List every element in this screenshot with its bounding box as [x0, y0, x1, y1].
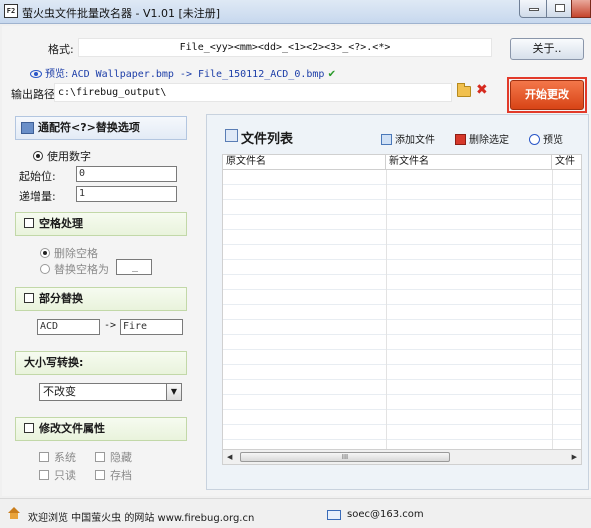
preview-line: 预览: ACD Wallpaper.bmp -> File_150112_ACD…: [30, 65, 336, 80]
wildcard-section-header: 通配符<?>替换选项: [15, 116, 187, 140]
start-label: 起始位:: [19, 170, 56, 183]
status-bar: 欢迎浏览 中国萤火虫 的网站 www.firebug.org.cn soec@1…: [0, 498, 591, 528]
readonly-checkbox[interactable]: 只读: [39, 467, 76, 483]
mail-icon: [327, 510, 341, 520]
space-section-header[interactable]: 空格处理: [15, 212, 187, 236]
system-checkbox[interactable]: 系统: [39, 449, 76, 465]
column-divider: [386, 170, 387, 460]
delete-selected-button[interactable]: 删除选定: [455, 131, 509, 146]
file-list-icon: [225, 129, 238, 142]
checkbox-icon: [95, 452, 105, 462]
app-icon: F2: [4, 4, 18, 18]
case-select[interactable]: 不改变 ▼: [39, 383, 182, 401]
preview-button-label: 预览: [543, 135, 563, 146]
maximize-icon: [555, 4, 565, 12]
checkbox-icon: [39, 452, 49, 462]
add-file-label: 添加文件: [395, 135, 435, 146]
scroll-thumb[interactable]: III: [240, 452, 450, 462]
replace-space-input[interactable]: _: [116, 259, 152, 275]
output-path-label: 输出路径:: [11, 88, 59, 101]
replace-to-input[interactable]: Fire: [120, 319, 183, 335]
preview-value: ACD Wallpaper.bmp -> File_150112_ACD_0.b…: [71, 69, 325, 80]
dropdown-arrow-icon[interactable]: ▼: [166, 384, 181, 400]
eye-icon: [30, 70, 42, 78]
file-list-title: 文件列表: [241, 132, 294, 147]
start-rename-button[interactable]: 开始更改: [510, 80, 584, 110]
preview-eye-icon: [529, 134, 540, 145]
attributes-section-header[interactable]: 修改文件属性: [15, 417, 187, 441]
checkbox-icon: [95, 470, 105, 480]
window-title: 萤火虫文件批量改名器 - V1.01 [未注册]: [22, 7, 221, 20]
scroll-grip: III: [341, 453, 349, 461]
delete-space-radio[interactable]: 删除空格: [40, 245, 98, 261]
preview-label: 预览:: [45, 69, 69, 80]
archive-label: 存档: [110, 469, 132, 482]
checkbox-icon: [39, 470, 49, 480]
minimize-icon: [529, 8, 539, 11]
readonly-label: 只读: [54, 469, 76, 482]
column-original-name[interactable]: 原文件名: [223, 155, 386, 170]
minimize-button[interactable]: [519, 0, 547, 18]
horizontal-scrollbar[interactable]: ◀ III ▶: [222, 449, 582, 465]
email-link[interactable]: soec@163.com: [347, 509, 424, 520]
delete-space-label: 删除空格: [54, 247, 98, 260]
hidden-label: 隐藏: [110, 451, 132, 464]
main-area: 格式: File_<yy><mm><dd>_<1><2><3>_<?>.<*> …: [2, 26, 591, 496]
title-bar: F2 萤火虫文件批量改名器 - V1.01 [未注册]: [0, 0, 591, 24]
clear-path-icon[interactable]: ✖: [476, 82, 488, 98]
system-label: 系统: [54, 451, 76, 464]
attributes-checkbox[interactable]: [24, 423, 34, 433]
scroll-right-icon[interactable]: ▶: [572, 453, 577, 461]
partial-replace-header[interactable]: 部分替换: [15, 287, 187, 311]
preview-button[interactable]: 预览: [529, 131, 563, 146]
scroll-left-icon[interactable]: ◀: [227, 453, 232, 461]
space-section-title: 空格处理: [39, 217, 83, 230]
step-label: 递增量:: [19, 190, 56, 203]
space-checkbox[interactable]: [24, 218, 34, 228]
step-value-input[interactable]: 1: [76, 186, 177, 202]
close-button[interactable]: [571, 0, 591, 18]
case-section-header: 大小写转换:: [15, 351, 187, 375]
radio-selected-icon: [40, 248, 50, 258]
output-path-input[interactable]: c:\firebug_output\: [54, 83, 452, 102]
partial-replace-title: 部分替换: [39, 292, 83, 305]
case-selected-value: 不改变: [43, 385, 76, 398]
delete-icon: [455, 134, 466, 145]
format-input[interactable]: File_<yy><mm><dd>_<1><2><3>_<?>.<*>: [78, 38, 492, 57]
replace-arrow: ->: [104, 320, 117, 331]
add-file-icon: [381, 134, 392, 145]
file-list-panel: 文件列表 添加文件 删除选定 预览 原文件名 新文件名 文件 ◀ III ▶: [206, 114, 589, 490]
delete-selected-label: 删除选定: [469, 135, 509, 146]
checkmark-icon: ✔: [327, 69, 337, 80]
column-file[interactable]: 文件: [552, 155, 581, 170]
column-new-name[interactable]: 新文件名: [386, 155, 552, 170]
maximize-button[interactable]: [546, 0, 572, 18]
archive-checkbox[interactable]: 存档: [95, 467, 132, 483]
column-divider: [552, 170, 553, 460]
wildcard-section-title: 通配符<?>替换选项: [38, 121, 140, 134]
browse-folder-icon[interactable]: [457, 83, 471, 97]
use-number-label: 使用数字: [47, 150, 91, 163]
table-body[interactable]: [223, 170, 581, 460]
case-section-title: 大小写转换:: [24, 356, 84, 369]
about-button[interactable]: 关于..: [510, 38, 584, 60]
partial-replace-checkbox[interactable]: [24, 293, 34, 303]
home-icon: [8, 507, 20, 519]
website-link[interactable]: 欢迎浏览 中国萤火虫 的网站 www.firebug.org.cn: [28, 509, 254, 524]
replace-space-label: 替换空格为: [54, 263, 109, 276]
add-file-button[interactable]: 添加文件: [381, 131, 435, 146]
format-label: 格式:: [48, 43, 74, 56]
file-table[interactable]: 原文件名 新文件名 文件: [222, 154, 582, 464]
radio-unselected-icon: [40, 264, 50, 274]
replace-space-radio[interactable]: 替换空格为: [40, 261, 109, 277]
attributes-section-title: 修改文件属性: [39, 422, 105, 435]
radio-selected-icon: [33, 151, 43, 161]
hidden-checkbox[interactable]: 隐藏: [95, 449, 132, 465]
start-value-input[interactable]: 0: [76, 166, 177, 182]
replace-from-input[interactable]: ACD: [37, 319, 100, 335]
options-icon: [21, 122, 34, 134]
table-header: 原文件名 新文件名 文件: [223, 155, 581, 170]
use-number-radio[interactable]: 使用数字: [33, 148, 91, 164]
